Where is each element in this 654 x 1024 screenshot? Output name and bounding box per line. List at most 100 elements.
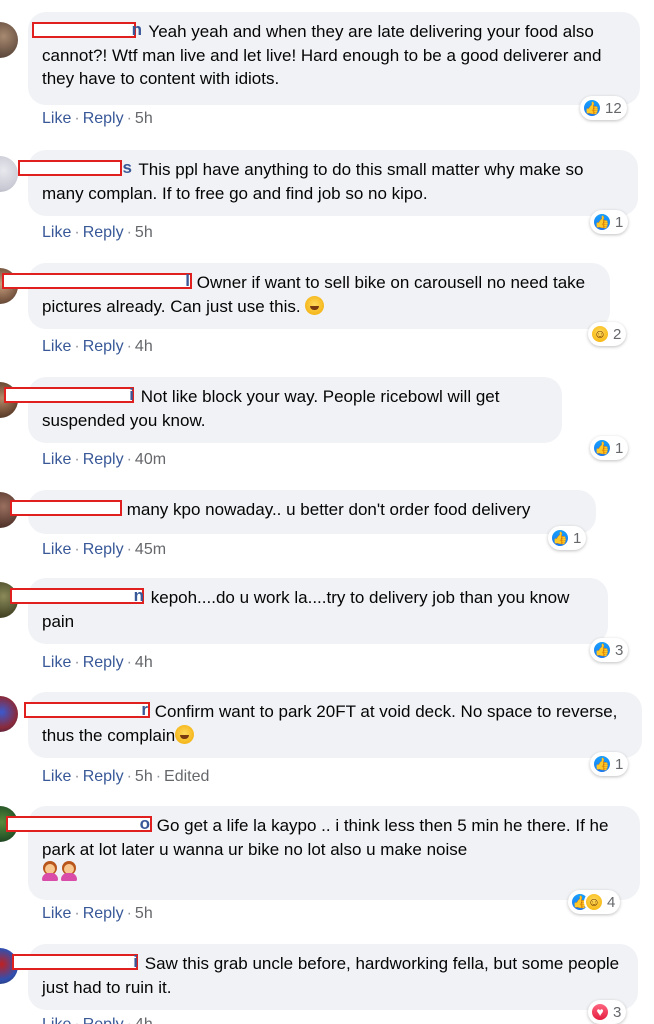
comment-text: n Yeah yeah and when they are late deliv…	[32, 20, 626, 91]
heart-reaction-icon: ♥	[590, 1002, 610, 1022]
timestamp[interactable]: 5h	[135, 768, 153, 785]
comment-bubble: many kpo nowaday.. u better don't order …	[10, 490, 596, 534]
reply-link[interactable]: Reply	[83, 451, 124, 468]
like-link[interactable]: Like	[42, 224, 71, 241]
timestamp[interactable]: 45m	[135, 541, 166, 558]
like-link[interactable]: Like	[42, 1016, 71, 1024]
comment-text: r Confirm want to park 20FT at void deck…	[24, 700, 628, 747]
commenter-name[interactable]: n	[10, 586, 146, 605]
reaction-summary[interactable]: 👍 1	[590, 436, 629, 460]
avatar[interactable]	[0, 22, 18, 58]
like-link[interactable]: Like	[42, 110, 71, 127]
reply-link[interactable]: Reply	[83, 768, 124, 785]
commenter-name[interactable]: r	[24, 700, 150, 719]
reply-link[interactable]: Reply	[83, 654, 124, 671]
reaction-count: 2	[613, 325, 622, 343]
commenter-name[interactable]: i	[4, 385, 136, 404]
commenter-name[interactable]: i	[12, 952, 140, 971]
reaction-summary[interactable]: 👍 ☺ 4	[568, 890, 621, 914]
reply-link[interactable]: Reply	[83, 224, 124, 241]
commenter-name[interactable]: o	[6, 814, 152, 833]
reaction-summary[interactable]: ♥ 3	[588, 1000, 627, 1024]
comment-text: s This ppl have anything to do this smal…	[18, 158, 624, 205]
comment-bubble: n kepoh....do u work la....try to delive…	[10, 578, 608, 644]
like-link[interactable]: Like	[42, 541, 71, 558]
timestamp[interactable]: 40m	[135, 451, 166, 468]
reaction-summary[interactable]: ☺ 2	[588, 322, 627, 346]
comment-bubble: s This ppl have anything to do this smal…	[18, 150, 638, 216]
timestamp[interactable]: 4h	[135, 654, 153, 671]
comment-bubble: i Saw this grab uncle before, hardworkin…	[12, 944, 638, 1010]
laughing-emoji-icon	[305, 295, 325, 315]
haha-reaction-icon: ☺	[590, 324, 610, 344]
like-reaction-icon: 👍	[592, 640, 612, 660]
commenter-name[interactable]: l	[2, 271, 192, 290]
comment-actions: Like · Reply · 5h	[42, 905, 153, 922]
reaction-summary[interactable]: 👍 3	[590, 638, 629, 662]
redaction-box	[10, 500, 122, 516]
comment-actions: Like · Reply · 5h · Edited	[42, 768, 210, 785]
timestamp[interactable]: 4h	[135, 338, 153, 355]
reaction-summary[interactable]: 👍 12	[580, 96, 627, 120]
avatar[interactable]	[0, 696, 18, 732]
like-reaction-icon: 👍	[592, 212, 612, 232]
woman-facepalming-icon	[61, 861, 77, 881]
like-reaction-icon: 👍	[582, 98, 602, 118]
comment-text: many kpo nowaday.. u better don't order …	[10, 498, 582, 522]
like-link[interactable]: Like	[42, 338, 71, 355]
reaction-summary[interactable]: 👍 1	[548, 526, 587, 550]
timestamp[interactable]: 5h	[135, 905, 153, 922]
like-link[interactable]: Like	[42, 451, 71, 468]
like-link[interactable]: Like	[42, 768, 71, 785]
redaction-box	[12, 954, 138, 970]
timestamp[interactable]: 4h	[135, 1016, 153, 1024]
comment-text: o Go get a life la kaypo .. i think less…	[6, 814, 626, 885]
redaction-box	[24, 702, 150, 718]
redaction-box	[18, 160, 122, 176]
comment-actions: Like · Reply · 40m	[42, 451, 167, 468]
avatar[interactable]	[0, 156, 18, 192]
reaction-count: 3	[613, 1003, 622, 1021]
reply-link[interactable]: Reply	[83, 541, 124, 558]
reaction-count: 1	[615, 755, 624, 773]
redaction-box	[2, 273, 192, 289]
reply-link[interactable]: Reply	[83, 905, 124, 922]
comment-actions: Like·Reply·4h	[42, 338, 153, 355]
comment-body: many kpo nowaday.. u better don't order …	[126, 500, 531, 519]
reaction-summary[interactable]: 👍 1	[590, 210, 629, 234]
comment-text: l Owner if want to sell bike on carousel…	[2, 271, 596, 318]
commenter-name[interactable]: s	[18, 158, 134, 177]
redaction-box	[32, 22, 136, 38]
reaction-count: 3	[615, 641, 624, 659]
comment-actions: Like·Reply·4h	[42, 1016, 153, 1024]
redaction-box	[4, 387, 134, 403]
comment-actions: Like · Reply · 45m	[42, 541, 167, 558]
like-reaction-icon: 👍	[592, 438, 612, 458]
reaction-count: 4	[607, 893, 616, 911]
commenter-name[interactable]: n	[32, 20, 144, 39]
like-link[interactable]: Like	[42, 654, 71, 671]
edited-label[interactable]: Edited	[164, 768, 209, 785]
reply-link[interactable]: Reply	[83, 110, 124, 127]
like-link[interactable]: Like	[42, 905, 71, 922]
reply-link[interactable]: Reply	[83, 1016, 124, 1024]
comment-text: i Saw this grab uncle before, hardworkin…	[12, 952, 624, 999]
rofl-emoji-icon	[175, 724, 195, 744]
timestamp[interactable]: 5h	[135, 224, 153, 241]
comment-actions: Like · Reply · 5h	[42, 224, 153, 241]
reply-link[interactable]: Reply	[83, 338, 124, 355]
comment-actions: Like · Reply · 5h	[42, 110, 153, 127]
commenter-name[interactable]	[10, 500, 122, 516]
reaction-count: 12	[605, 99, 622, 117]
timestamp[interactable]: 5h	[135, 110, 153, 127]
redaction-box	[10, 588, 144, 604]
comment-bubble: n Yeah yeah and when they are late deliv…	[28, 12, 640, 105]
comment-text: i Not like block your way. People ricebo…	[4, 385, 548, 432]
comment-bubble: r Confirm want to park 20FT at void deck…	[24, 692, 642, 758]
comment-text: n kepoh....do u work la....try to delive…	[10, 586, 594, 633]
comment-actions: Like·Reply·4h	[42, 654, 153, 671]
woman-facepalming-icon	[42, 861, 58, 881]
reaction-count: 1	[615, 439, 624, 457]
reaction-count: 1	[573, 529, 582, 547]
reaction-summary[interactable]: 👍 1	[590, 752, 629, 776]
